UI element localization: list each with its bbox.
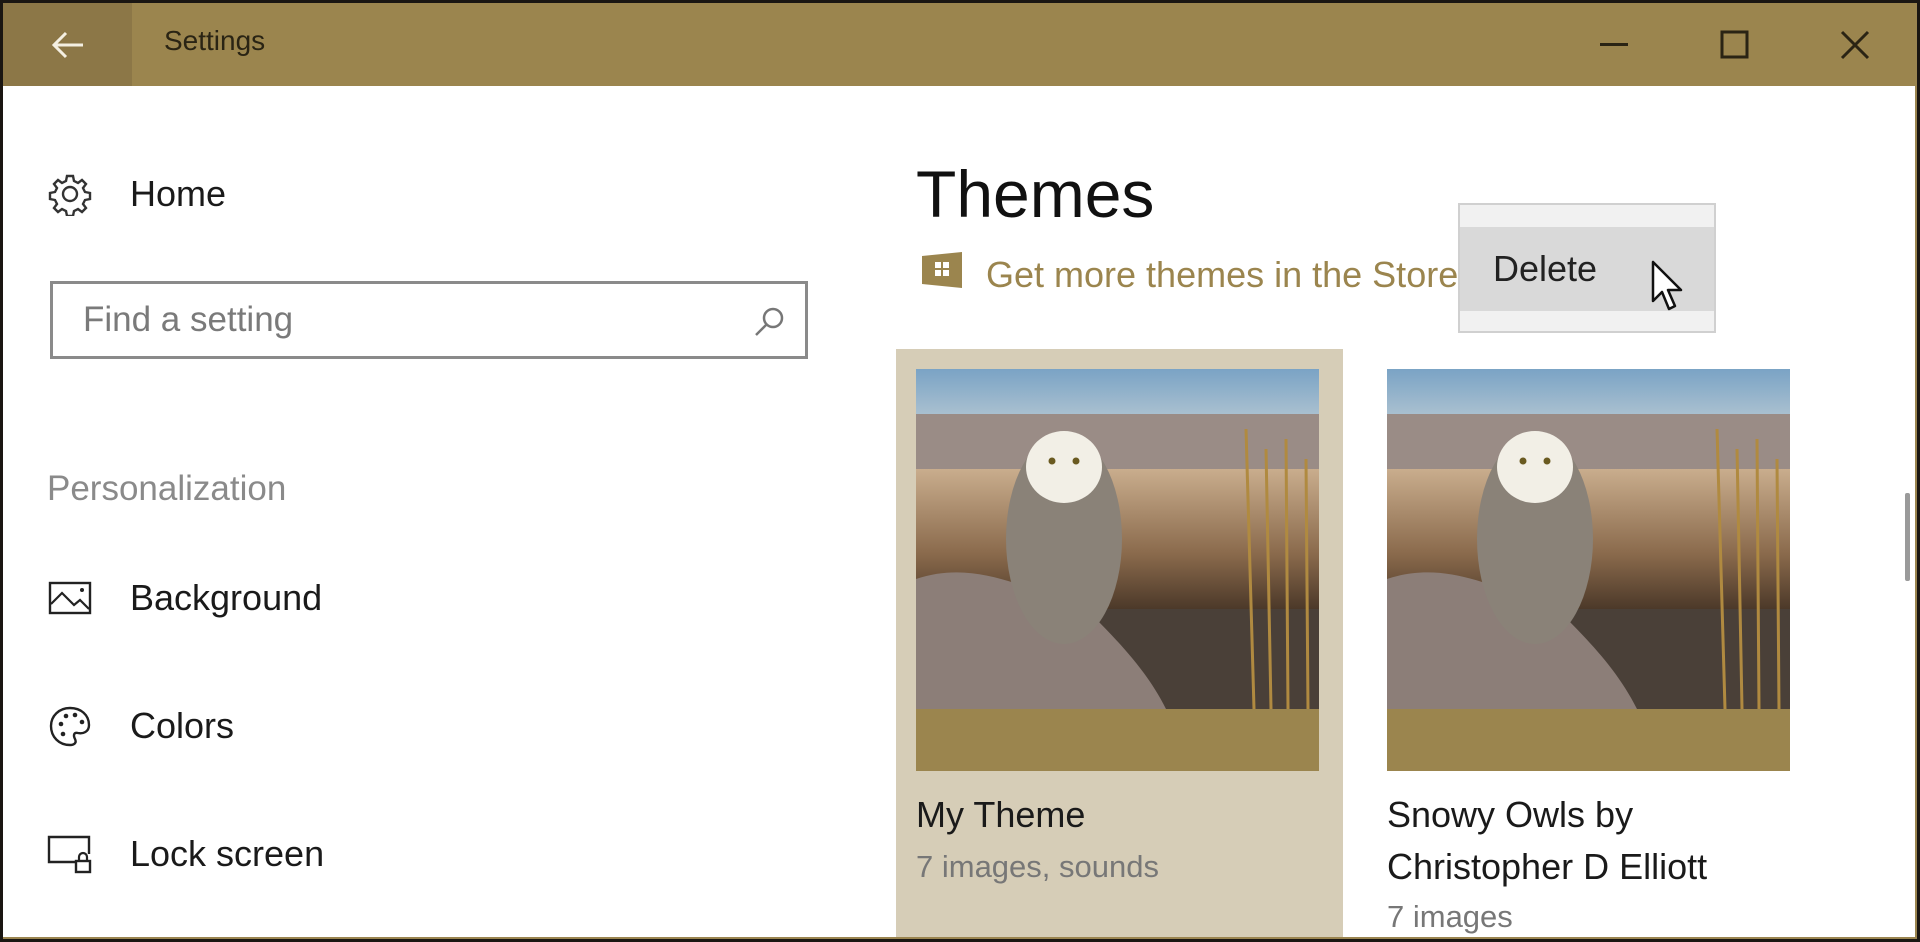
theme-name: My Theme xyxy=(916,794,1086,835)
search-input[interactable] xyxy=(81,294,745,346)
palette-icon xyxy=(47,703,93,749)
sidebar-item-label: Lock screen xyxy=(130,833,325,874)
mouse-cursor-icon xyxy=(1651,260,1683,311)
theme-thumbnail xyxy=(916,369,1319,709)
store-link-label: Get more themes in the Store xyxy=(986,253,1459,295)
search-icon[interactable] xyxy=(751,304,787,340)
sidebar-item-label: Background xyxy=(130,577,323,618)
store-link[interactable]: Get more themes in the Store xyxy=(920,250,1458,299)
theme-accent-swatch xyxy=(1387,709,1790,771)
theme-card-snowy-owls[interactable]: Snowy Owls by Christopher D Elliott 7 im… xyxy=(1367,349,1814,937)
close-button[interactable] xyxy=(1795,3,1915,86)
lock-screen-icon xyxy=(47,831,93,877)
scrollbar-thumb[interactable] xyxy=(1905,493,1910,581)
theme-thumbnail xyxy=(1387,369,1790,709)
theme-accent-swatch xyxy=(916,709,1319,771)
search-box[interactable] xyxy=(50,281,808,359)
store-icon xyxy=(920,250,964,299)
sidebar-item-label: Home xyxy=(130,173,227,214)
page-title: Themes xyxy=(916,157,1155,231)
sidebar-item-colors[interactable]: Colors xyxy=(47,703,234,749)
gear-icon xyxy=(47,171,93,217)
theme-details: 7 images, sounds xyxy=(916,849,1159,884)
sidebar-item-home[interactable]: Home xyxy=(47,171,226,217)
maximize-button[interactable] xyxy=(1675,3,1795,86)
sidebar-item-label: Colors xyxy=(130,705,235,746)
minimize-button[interactable] xyxy=(1555,3,1675,86)
back-arrow-icon xyxy=(51,31,83,58)
theme-name: Snowy Owls by Christopher D Elliott xyxy=(1387,794,1708,887)
back-button[interactable] xyxy=(3,3,132,86)
title-bar: Settings xyxy=(3,3,1915,86)
theme-card-my-theme[interactable]: My Theme 7 images, sounds xyxy=(896,349,1343,937)
close-icon xyxy=(1840,30,1870,59)
window-title: Settings xyxy=(164,25,266,56)
sidebar-item-background[interactable]: Background xyxy=(47,575,322,621)
maximize-icon xyxy=(1720,30,1749,58)
minimize-icon xyxy=(1600,42,1628,46)
sidebar-item-lock-screen[interactable]: Lock screen xyxy=(47,831,324,877)
theme-details: 7 images xyxy=(1387,899,1513,934)
settings-window: Settings Home Personalizatio xyxy=(3,3,1917,939)
picture-icon xyxy=(47,575,93,621)
section-header-personalization: Personalization xyxy=(47,469,287,508)
